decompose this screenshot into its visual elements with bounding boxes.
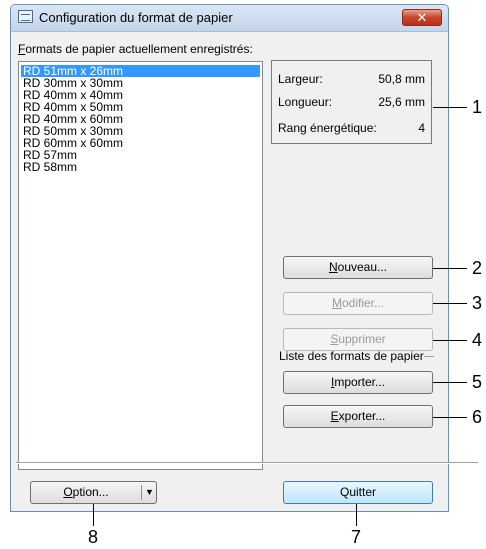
- option-split-button[interactable]: Option... ▼: [30, 481, 157, 504]
- callout-number: 6: [472, 407, 483, 427]
- nouveau-label: ouveau...: [337, 260, 388, 274]
- width-value: 50,8 mm: [378, 72, 425, 86]
- formats-label-text: ormats de papier actuellement enregistré…: [25, 42, 253, 56]
- modifier-button[interactable]: Modifier...: [283, 292, 433, 315]
- title-bar[interactable]: Configuration du format de papier ✕: [11, 5, 448, 32]
- modifier-accel: M: [331, 296, 342, 310]
- callout-leader: [433, 268, 467, 269]
- quitter-button[interactable]: Quitter: [283, 481, 433, 504]
- window-title: Configuration du format de papier: [39, 10, 233, 25]
- exporter-button[interactable]: Exporter...: [283, 405, 433, 428]
- width-row: Largeur: 50,8 mm: [278, 72, 425, 86]
- exporter-label: xporter...: [338, 409, 386, 423]
- callout-number: 5: [472, 372, 483, 392]
- callout-number: 3: [472, 293, 483, 313]
- energy-row: Rang énergétique: 4: [278, 121, 425, 135]
- exporter-accel: E: [330, 409, 339, 423]
- importer-label: mporter...: [334, 375, 386, 389]
- callout-number: 7: [351, 527, 362, 547]
- split-divider: [141, 485, 142, 500]
- nouveau-button[interactable]: Nouveau...: [283, 256, 433, 279]
- option-accel: O: [63, 485, 73, 499]
- callout-number: 1: [472, 97, 483, 117]
- supprimer-label: upprimer: [338, 332, 386, 346]
- footer-separator: [16, 462, 478, 464]
- callout-number: 8: [88, 527, 99, 547]
- modifier-label: odifier...: [341, 296, 385, 310]
- width-label: Largeur:: [278, 72, 323, 86]
- group-line: [424, 356, 434, 357]
- format-info-panel: Largeur: 50,8 mm Longueur: 25,6 mm Rang …: [271, 60, 432, 144]
- callout-leader: [433, 340, 467, 341]
- callout-number: 4: [472, 330, 483, 350]
- option-label: ption...: [72, 485, 109, 499]
- callout-leader: [356, 504, 357, 526]
- supprimer-button[interactable]: Supprimer: [283, 328, 433, 351]
- callout-leader: [433, 417, 467, 418]
- length-row: Longueur: 25,6 mm: [278, 95, 425, 109]
- list-item-format[interactable]: RD 58mm: [21, 161, 260, 173]
- formats-listbox[interactable]: RD 51mm x 26mm RD 30mm x 30mm RD 40mm x …: [18, 61, 263, 470]
- callout-leader: [433, 303, 467, 304]
- paper-format-list-label: Liste des formats de papier: [279, 349, 424, 363]
- energy-value: 4: [418, 121, 425, 135]
- length-label: Longueur:: [278, 95, 333, 109]
- length-value: 25,6 mm: [378, 95, 425, 109]
- nouveau-accel: N: [328, 260, 338, 274]
- app-window-icon: [18, 10, 33, 23]
- callout-number: 2: [472, 258, 483, 278]
- energy-label: Rang énergétique:: [278, 121, 377, 135]
- option-button-text[interactable]: Option...: [31, 482, 141, 503]
- callout-leader: [93, 504, 94, 526]
- importer-button[interactable]: Importer...: [283, 371, 433, 394]
- dropdown-arrow-icon[interactable]: ▼: [145, 482, 154, 503]
- close-button[interactable]: ✕: [402, 9, 442, 26]
- callout-leader: [433, 382, 467, 383]
- formats-list-label: Formats de papier actuellement enregistr…: [18, 42, 253, 56]
- callout-leader: [433, 107, 467, 108]
